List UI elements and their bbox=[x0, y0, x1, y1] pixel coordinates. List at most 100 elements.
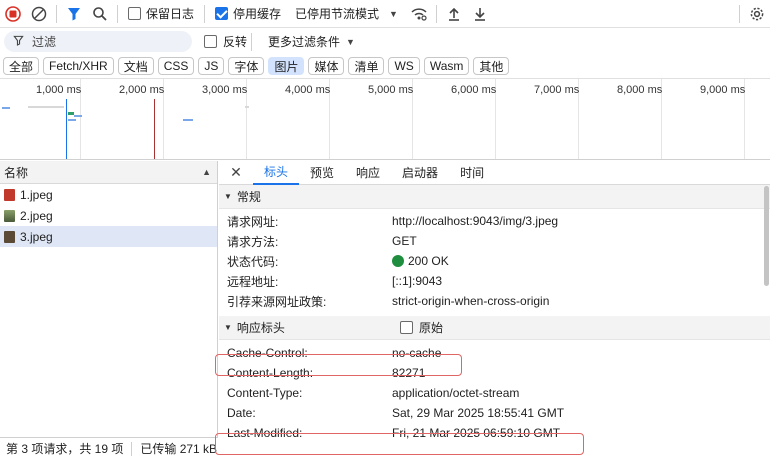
header-row: 请求网址: http://localhost:9043/img/3.jpeg bbox=[219, 211, 770, 231]
header-key: 状态代码: bbox=[227, 254, 279, 269]
invert-checkbox[interactable]: 反转 bbox=[204, 33, 247, 50]
request-name: 2.jpeg bbox=[20, 208, 53, 223]
header-value: http://localhost:9043/img/3.jpeg bbox=[392, 214, 559, 228]
triangle-down-icon: ▼ bbox=[224, 323, 232, 332]
type-chip-img[interactable]: 图片 bbox=[268, 57, 305, 75]
preserve-log-label: 保留日志 bbox=[146, 7, 195, 21]
throttle-select[interactable]: 已停用节流模式 ▼ bbox=[287, 5, 406, 22]
sort-ascending-icon: ▲ bbox=[202, 167, 211, 177]
transferred-size: 已传输 271 kB bbox=[140, 442, 218, 456]
request-details-pane: ✕ 标头 预览 响应 启动器 时间 ▼ 常规 请求网址: http://loca… bbox=[215, 161, 770, 459]
summary-divider bbox=[131, 441, 133, 456]
tab-initiator[interactable]: 启动器 bbox=[391, 161, 449, 185]
raw-headers-checkbox[interactable]: 原始 bbox=[400, 319, 443, 336]
more-filters-dropdown[interactable]: 更多过滤条件 ▼ bbox=[268, 33, 355, 50]
toolbar-divider bbox=[739, 4, 740, 23]
cache-control-highlight bbox=[215, 354, 462, 376]
network-overview-timeline[interactable]: 1,000 ms 2,000 ms 3,000 ms 4,000 ms 5,00… bbox=[0, 78, 770, 160]
filter-divider bbox=[251, 32, 253, 51]
image-thumbnail-icon bbox=[4, 230, 15, 243]
status-text: 200 OK bbox=[408, 254, 449, 268]
network-conditions-icon[interactable] bbox=[406, 0, 432, 28]
header-row: 引荐来源网址政策: strict-origin-when-cross-origi… bbox=[219, 291, 770, 311]
preserve-log-box[interactable] bbox=[128, 7, 141, 20]
tick-label: 2,000 ms bbox=[119, 84, 165, 96]
header-key: 远程地址: bbox=[227, 274, 279, 289]
header-key: Content-Type: bbox=[227, 386, 303, 400]
type-chip-wasm[interactable]: Wasm bbox=[423, 57, 470, 75]
status-ok-icon bbox=[392, 255, 404, 267]
tick-label: 1,000 ms bbox=[36, 84, 82, 96]
record-stop-icon[interactable] bbox=[0, 0, 26, 28]
resource-type-filters: 全部 Fetch/XHR 文档 CSS JS 字体 图片 媒体 清单 WS Wa… bbox=[0, 55, 770, 77]
image-thumbnail-icon bbox=[4, 188, 15, 201]
request-row-selected[interactable]: 3.jpeg bbox=[0, 226, 217, 247]
disable-cache-box[interactable] bbox=[215, 7, 229, 20]
general-section-header[interactable]: ▼ 常规 bbox=[219, 185, 770, 209]
type-chip-media[interactable]: 媒体 bbox=[308, 57, 345, 75]
type-chip-css[interactable]: CSS bbox=[157, 57, 195, 75]
tab-response[interactable]: 响应 bbox=[345, 161, 391, 185]
filter-icon[interactable] bbox=[61, 0, 87, 28]
header-value: GET bbox=[392, 234, 417, 248]
tab-headers[interactable]: 标头 bbox=[253, 161, 300, 185]
preserve-log-checkbox[interactable]: 保留日志 bbox=[122, 5, 200, 22]
header-row: 状态代码: 200 OK bbox=[219, 251, 770, 271]
search-icon[interactable] bbox=[87, 0, 113, 28]
tab-preview[interactable]: 预览 bbox=[299, 161, 345, 185]
type-chip-other[interactable]: 其他 bbox=[473, 57, 510, 75]
request-row[interactable]: 2.jpeg bbox=[0, 205, 217, 226]
header-key: 请求方法: bbox=[227, 234, 279, 249]
header-key: Date: bbox=[227, 406, 256, 420]
request-bar bbox=[74, 115, 82, 117]
raw-box[interactable] bbox=[400, 321, 413, 334]
raw-label: 原始 bbox=[419, 321, 444, 335]
request-bar bbox=[183, 119, 193, 121]
toolbar-divider bbox=[56, 4, 57, 23]
type-chip-fetch-xhr[interactable]: Fetch/XHR bbox=[43, 57, 114, 75]
tick-label: 8,000 ms bbox=[617, 84, 663, 96]
clear-icon[interactable] bbox=[26, 0, 52, 28]
tick-label: 4,000 ms bbox=[285, 84, 331, 96]
details-tabs: ✕ 标头 预览 响应 启动器 时间 bbox=[219, 161, 770, 185]
import-har-icon[interactable] bbox=[441, 0, 467, 28]
type-chip-js[interactable]: JS bbox=[198, 57, 225, 75]
type-chip-all[interactable]: 全部 bbox=[3, 57, 40, 75]
name-column-label: 名称 bbox=[4, 165, 29, 180]
request-name: 3.jpeg bbox=[20, 229, 53, 244]
invert-box[interactable] bbox=[204, 35, 217, 48]
name-column-header[interactable]: 名称 ▲ bbox=[0, 161, 217, 184]
header-row: 远程地址: [::1]:9043 bbox=[219, 271, 770, 291]
status-value: 200 OK bbox=[392, 254, 770, 268]
response-headers-section-header[interactable]: ▼ 响应标头 原始 bbox=[219, 316, 770, 340]
scrollbar-thumb[interactable] bbox=[764, 186, 769, 286]
tick-label: 9,000 ms bbox=[700, 84, 746, 96]
type-chip-ws[interactable]: WS bbox=[388, 57, 420, 75]
last-modified-highlight bbox=[215, 433, 584, 455]
invert-label: 反转 bbox=[223, 35, 248, 49]
request-bar bbox=[245, 106, 249, 108]
header-row: 请求方法: GET bbox=[219, 231, 770, 251]
gear-icon[interactable] bbox=[744, 0, 770, 28]
throttle-label: 已停用节流模式 bbox=[295, 7, 380, 21]
request-bar bbox=[68, 119, 76, 121]
type-chip-manifest[interactable]: 清单 bbox=[348, 57, 385, 75]
details-scrollbar[interactable] bbox=[762, 186, 770, 286]
image-thumbnail-icon bbox=[4, 209, 15, 222]
disable-cache-checkbox[interactable]: 停用缓存 bbox=[209, 5, 287, 22]
general-section-title: 常规 bbox=[236, 190, 261, 204]
request-row[interactable]: 1.jpeg bbox=[0, 184, 217, 205]
tab-timing[interactable]: 时间 bbox=[449, 161, 495, 185]
tick-label: 5,000 ms bbox=[368, 84, 414, 96]
close-icon[interactable]: ✕ bbox=[219, 164, 253, 181]
type-chip-doc[interactable]: 文档 bbox=[117, 57, 154, 75]
load-event-marker bbox=[154, 99, 155, 159]
tick-label: 7,000 ms bbox=[534, 84, 580, 96]
type-chip-font[interactable]: 字体 bbox=[228, 57, 265, 75]
network-toolbar: 保留日志 停用缓存 已停用节流模式 ▼ bbox=[0, 0, 770, 28]
triangle-down-icon: ▼ bbox=[224, 192, 232, 201]
export-har-icon[interactable] bbox=[467, 0, 493, 28]
header-value: Sat, 29 Mar 2025 18:55:41 GMT bbox=[392, 406, 565, 420]
filter-input[interactable]: 过滤 bbox=[4, 31, 192, 52]
request-name: 1.jpeg bbox=[20, 187, 53, 202]
